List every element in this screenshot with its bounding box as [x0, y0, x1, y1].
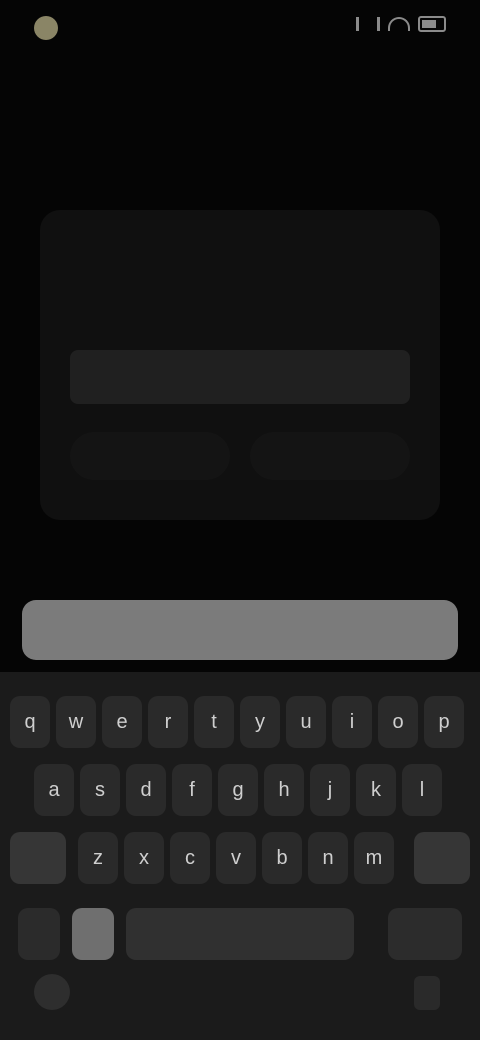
key-v[interactable]: v: [216, 832, 256, 884]
suggestion-center[interactable]: [167, 600, 313, 660]
wifi-icon: [388, 17, 410, 31]
status-right: [356, 16, 446, 32]
key-f[interactable]: f: [172, 764, 212, 816]
key-h[interactable]: h: [264, 764, 304, 816]
ok-button[interactable]: [250, 432, 410, 480]
key-e[interactable]: e: [102, 696, 142, 748]
dialog-input[interactable]: [70, 350, 410, 404]
status-left: [34, 16, 66, 40]
key-b[interactable]: b: [262, 832, 302, 884]
key-s[interactable]: s: [80, 764, 120, 816]
backspace-key[interactable]: [414, 832, 470, 884]
suggestion-bar: [22, 600, 458, 660]
key-r[interactable]: r: [148, 696, 188, 748]
shift-key[interactable]: [10, 832, 66, 884]
key-n[interactable]: n: [308, 832, 348, 884]
key-m[interactable]: m: [354, 832, 394, 884]
space-key[interactable]: [126, 908, 354, 960]
key-o[interactable]: o: [378, 696, 418, 748]
key-u[interactable]: u: [286, 696, 326, 748]
battery-icon: [418, 16, 446, 32]
key-i[interactable]: i: [332, 696, 372, 748]
key-t[interactable]: t: [194, 696, 234, 748]
key-g[interactable]: g: [218, 764, 258, 816]
key-w[interactable]: w: [56, 696, 96, 748]
key-k[interactable]: k: [356, 764, 396, 816]
dialog-actions: [70, 432, 410, 480]
key-x[interactable]: x: [124, 832, 164, 884]
app-icon: [34, 16, 58, 40]
key-c[interactable]: c: [170, 832, 210, 884]
keyboard-settings-icon[interactable]: [34, 974, 70, 1010]
key-l[interactable]: l: [402, 764, 442, 816]
key-y[interactable]: y: [240, 696, 280, 748]
key-p[interactable]: p: [424, 696, 464, 748]
enter-key[interactable]: [388, 908, 462, 960]
key-j[interactable]: j: [310, 764, 350, 816]
key-d[interactable]: d: [126, 764, 166, 816]
key-a[interactable]: a: [34, 764, 74, 816]
suggestion-right[interactable]: [313, 600, 458, 660]
signal-icon: [356, 17, 380, 31]
name-dialog: [40, 210, 440, 520]
emoji-icon[interactable]: [72, 908, 114, 960]
status-bar: [0, 0, 480, 56]
suggestion-left[interactable]: [22, 600, 167, 660]
cancel-button[interactable]: [70, 432, 230, 480]
key-z[interactable]: z: [78, 832, 118, 884]
keyboard: q w e r t y u i o p a s d f g h j k l z …: [0, 672, 480, 1040]
microphone-icon[interactable]: [414, 976, 440, 1010]
key-q[interactable]: q: [10, 696, 50, 748]
symbols-key[interactable]: [18, 908, 60, 960]
